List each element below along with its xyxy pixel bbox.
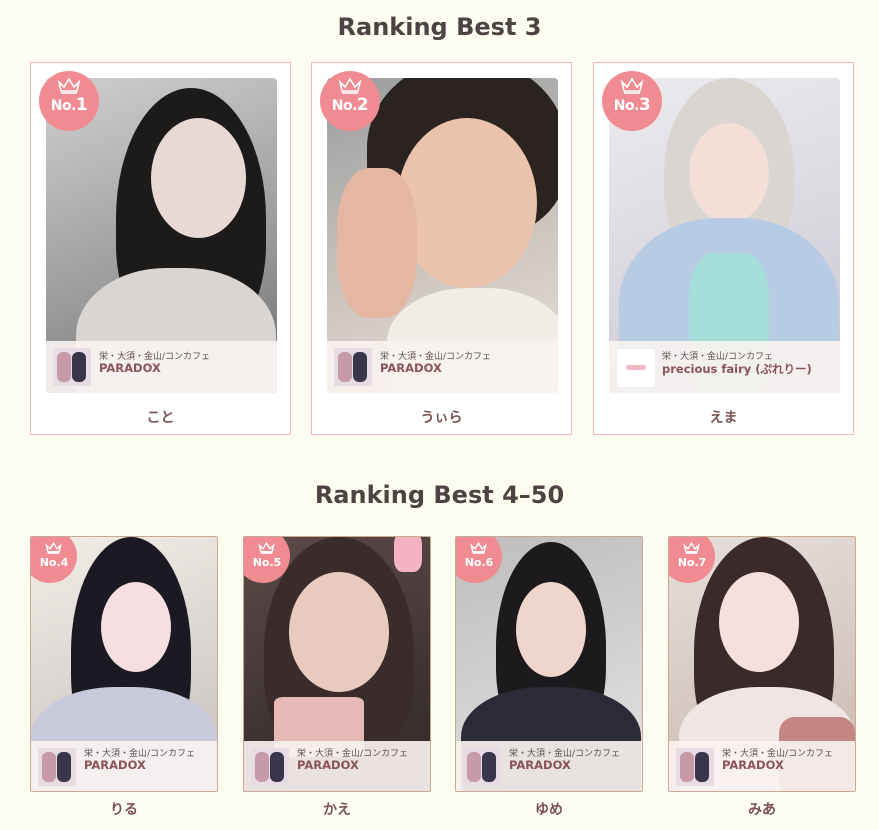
shop-name[interactable]: PARADOX bbox=[99, 361, 161, 375]
shop-logo bbox=[53, 348, 91, 386]
cast-name[interactable]: りる bbox=[30, 799, 218, 819]
section-title-top: Ranking Best 3 bbox=[337, 13, 542, 41]
cast-name[interactable]: ゆめ bbox=[455, 799, 643, 819]
cast-name[interactable]: みあ bbox=[668, 799, 856, 819]
shop-name[interactable]: PARADOX bbox=[722, 758, 784, 772]
crown-icon bbox=[683, 541, 700, 554]
ranking-card-6[interactable]: 栄・大須・金山/コンカフェ PARADOX No.6 bbox=[455, 536, 643, 792]
crown-icon bbox=[470, 541, 487, 554]
shop-info: 栄・大須・金山/コンカフェ PARADOX bbox=[456, 741, 642, 791]
ranking-card-1[interactable]: 栄・大須・金山/コンカフェ PARADOX No.1 こと bbox=[30, 62, 291, 435]
shop-logo bbox=[616, 348, 656, 388]
shop-logo bbox=[463, 748, 501, 786]
shop-name[interactable]: PARADOX bbox=[380, 361, 442, 375]
shop-logo bbox=[676, 748, 714, 786]
ranking-card-7[interactable]: 栄・大須・金山/コンカフェ PARADOX No.7 bbox=[668, 536, 856, 792]
shop-name[interactable]: PARADOX bbox=[297, 758, 359, 772]
crown-icon bbox=[258, 541, 275, 554]
ranking-card-4[interactable]: 栄・大須・金山/コンカフェ PARADOX No.4 bbox=[30, 536, 218, 792]
crown-icon bbox=[45, 541, 62, 554]
shop-logo bbox=[38, 748, 76, 786]
shop-info: 栄・大須・金山/コンカフェ PARADOX bbox=[46, 341, 277, 393]
cast-name[interactable]: こと bbox=[31, 407, 290, 427]
shop-info: 栄・大須・金山/コンカフェ PARADOX bbox=[31, 741, 217, 791]
rank-badge: No.1 bbox=[39, 71, 99, 131]
ranking-card-2[interactable]: 栄・大須・金山/コンカフェ PARADOX No.2 うぃら bbox=[311, 62, 572, 435]
shop-logo bbox=[251, 748, 289, 786]
cast-name[interactable]: うぃら bbox=[312, 407, 571, 427]
ranking-card-5[interactable]: 栄・大須・金山/コンカフェ PARADOX No.5 bbox=[243, 536, 431, 792]
section-title-bottom: Ranking Best 4–50 bbox=[314, 481, 565, 509]
shop-name[interactable]: PARADOX bbox=[84, 758, 146, 772]
ranking-card-3[interactable]: 栄・大須・金山/コンカフェ precious fairy (ぷれりー) No.3… bbox=[593, 62, 854, 435]
shop-name[interactable]: PARADOX bbox=[509, 758, 571, 772]
shop-name[interactable]: precious fairy (ぷれりー) bbox=[662, 361, 812, 377]
shop-info: 栄・大須・金山/コンカフェ PARADOX bbox=[669, 741, 855, 791]
crown-icon bbox=[338, 77, 362, 94]
cast-name[interactable]: えま bbox=[594, 407, 853, 427]
shop-logo bbox=[334, 348, 372, 386]
shop-info: 栄・大須・金山/コンカフェ PARADOX bbox=[327, 341, 558, 393]
shop-info: 栄・大須・金山/コンカフェ PARADOX bbox=[244, 741, 430, 791]
crown-icon bbox=[57, 77, 81, 94]
shop-info: 栄・大須・金山/コンカフェ precious fairy (ぷれりー) bbox=[609, 341, 840, 393]
rank-badge: No.3 bbox=[602, 71, 662, 131]
cast-name[interactable]: かえ bbox=[243, 799, 431, 819]
rank-badge: No.2 bbox=[320, 71, 380, 131]
crown-icon bbox=[620, 77, 644, 94]
